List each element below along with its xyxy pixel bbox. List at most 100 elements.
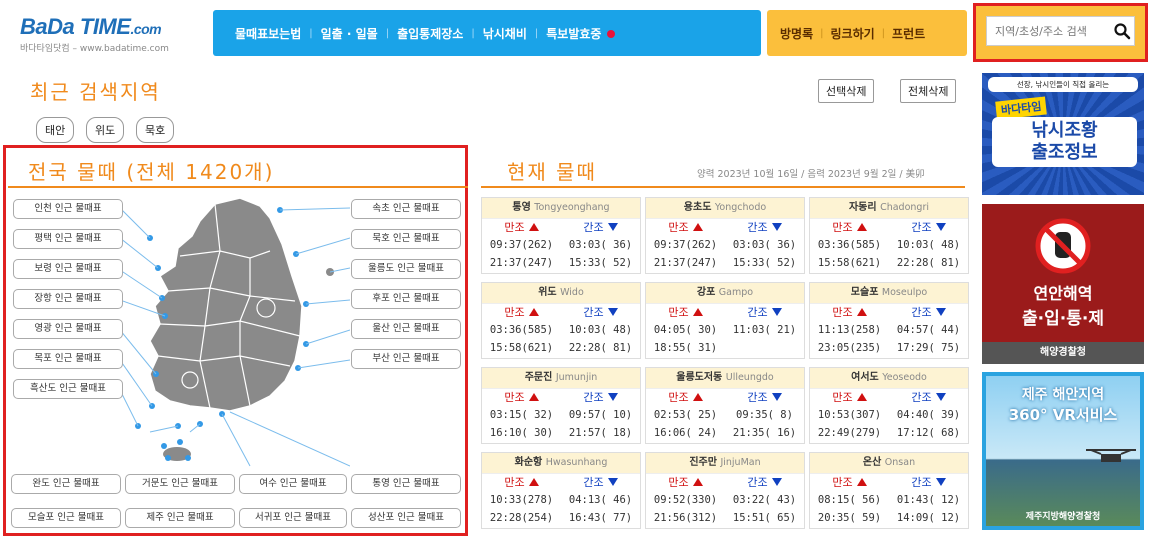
ad1-top-text: 선장, 낚시인들이 직접 올리는 bbox=[988, 77, 1138, 92]
region-button[interactable]: 서귀포 인근 물때표 bbox=[239, 508, 347, 528]
nav-item-front[interactable]: 프런트 bbox=[885, 25, 932, 42]
region-button[interactable]: 모슬포 인근 물때표 bbox=[11, 508, 121, 528]
low-tide-label: 간조 bbox=[583, 221, 604, 234]
region-button[interactable]: 거문도 인근 물때표 bbox=[125, 474, 235, 494]
region-button[interactable]: 영광 인근 물때표 bbox=[13, 319, 123, 339]
tide-card-name: 화순항 bbox=[514, 457, 543, 468]
tide-card-header: 통영 Tongyeonghang bbox=[482, 198, 640, 218]
site-logo[interactable]: BaDa TIME.com 바다타임닷컴 – www.badatime.com bbox=[20, 14, 200, 54]
tide-times-2: 22:49(279) 17:12( 68) bbox=[810, 424, 968, 442]
tide-card[interactable]: 모슬포 Moseulpo 만조 간조 11:13(258) 04:57( 44) 23:0… bbox=[809, 282, 969, 359]
high-tide-label: 만조 bbox=[832, 476, 853, 489]
tide-card[interactable]: 주문진 Jumunjin 만조 간조 03:15( 32) 09:57( 10) 16:1… bbox=[481, 367, 641, 444]
tide-card[interactable]: 통영 Tongyeonghang 만조 간조 09:37(262) 03:03( 36)… bbox=[481, 197, 641, 274]
low-tide-label: 간조 bbox=[583, 306, 604, 319]
region-button[interactable]: 완도 인근 물때표 bbox=[11, 474, 121, 494]
ad-coastal-control[interactable]: 연안해역 출·입·통·제 해양경찰청 bbox=[982, 204, 1144, 364]
ad2-line2: 출·입·통·제 bbox=[1022, 309, 1104, 329]
tide-card-header: 온산 Onsan bbox=[810, 453, 968, 473]
region-button[interactable]: 평택 인근 물때표 bbox=[13, 229, 123, 249]
region-button[interactable]: 울산 인근 물때표 bbox=[351, 319, 461, 339]
region-button[interactable]: 후포 인근 물때표 bbox=[351, 289, 461, 309]
up-arrow-icon bbox=[692, 393, 703, 401]
nav-item-warning[interactable]: 특보발효중 bbox=[538, 25, 623, 42]
low-tide-label: 간조 bbox=[747, 306, 768, 319]
tide-card-en: Tongyeonghang bbox=[534, 202, 610, 213]
tide-times-2: 16:06( 24) 21:35( 16) bbox=[646, 424, 804, 442]
low-tide-time: 10:03( 48) bbox=[896, 239, 961, 251]
region-button[interactable]: 묵호 인근 물때표 bbox=[351, 229, 461, 249]
select-delete-button[interactable]: 선택삭제 bbox=[818, 79, 875, 103]
high-tide-label: 만조 bbox=[504, 306, 525, 319]
nav-item-restricted[interactable]: 출입통제장소 bbox=[389, 25, 471, 42]
tide-card-name: 위도 bbox=[538, 287, 557, 298]
up-arrow-icon bbox=[856, 223, 867, 231]
tide-card-en: Wido bbox=[560, 287, 584, 298]
delete-all-button[interactable]: 전체삭제 bbox=[900, 79, 957, 103]
tide-card[interactable]: 온산 Onsan 만조 간조 08:15( 56) 01:43( 12) 20:35( 5… bbox=[809, 452, 969, 529]
tide-card-labels: 만조 간조 bbox=[646, 303, 804, 321]
high-tide-time: 04:05( 30) bbox=[653, 324, 718, 336]
search-input[interactable] bbox=[995, 24, 1105, 38]
region-button[interactable]: 부산 인근 물때표 bbox=[351, 349, 461, 369]
high-tide-time: 11:13(258) bbox=[817, 324, 882, 336]
region-button[interactable]: 인천 인근 물때표 bbox=[13, 199, 123, 219]
tide-card[interactable]: 울릉도저동 Ulleungdo 만조 간조 02:53( 25) 09:35( 8) 16… bbox=[645, 367, 805, 444]
high-tide-time: 09:52(330) bbox=[653, 494, 718, 506]
tide-card[interactable]: 여서도 Yeoseodo 만조 간조 10:53(307) 04:40( 39) 22:4… bbox=[809, 367, 969, 444]
high-tide-time: 21:37(247) bbox=[489, 257, 554, 269]
tide-card-en: Onsan bbox=[884, 457, 916, 468]
tide-card-en: Jumunjin bbox=[555, 372, 598, 383]
tide-card[interactable]: 위도 Wido 만조 간조 03:36(585) 10:03( 48) 15:58(621… bbox=[481, 282, 641, 359]
recent-chip[interactable]: 태안 bbox=[36, 117, 75, 143]
low-tide-time: 09:35( 8) bbox=[736, 409, 793, 421]
high-tide-label: 만조 bbox=[832, 306, 853, 319]
tide-card-labels: 만조 간조 bbox=[810, 218, 968, 236]
recent-chip[interactable]: 위도 bbox=[86, 117, 125, 143]
region-button[interactable]: 흑산도 인근 물때표 bbox=[13, 379, 123, 399]
tide-card[interactable]: 자동리 Chadongri 만조 간조 03:36(585) 10:03( 48) 15:… bbox=[809, 197, 969, 274]
low-tide-time: 16:43( 77) bbox=[568, 512, 633, 524]
search-icon[interactable] bbox=[1113, 22, 1131, 40]
nav-item-link[interactable]: 링크하기 bbox=[824, 25, 882, 42]
nav-item-tackle[interactable]: 낚시채비 bbox=[475, 25, 535, 42]
ad-fishing-report[interactable]: 선장, 낚시인들이 직접 올리는 바다타임 낚시조황 출조정보 bbox=[982, 73, 1144, 195]
region-button[interactable]: 제주 인근 물때표 bbox=[125, 508, 235, 528]
region-button[interactable]: 장항 인근 물때표 bbox=[13, 289, 123, 309]
region-button[interactable]: 성산포 인근 물때표 bbox=[351, 508, 461, 528]
low-tide-time: 21:35( 16) bbox=[732, 427, 797, 439]
region-button[interactable]: 울릉도 인근 물때표 bbox=[351, 259, 461, 279]
region-button[interactable]: 보령 인근 물때표 bbox=[13, 259, 123, 279]
low-tide-time: 22:28( 81) bbox=[568, 342, 633, 354]
tide-card[interactable]: 용초도 Yongchodo 만조 간조 09:37(262) 03:03( 36) 21:… bbox=[645, 197, 805, 274]
up-arrow-icon bbox=[692, 308, 703, 316]
tide-card-labels: 만조 간조 bbox=[482, 388, 640, 406]
ad3-line2: 360° VR서비스 bbox=[1008, 406, 1118, 424]
tide-card[interactable]: 진주만 JinjuMan 만조 간조 09:52(330) 03:22( 43) 21:5… bbox=[645, 452, 805, 529]
tide-times-2: 15:58(621) 22:28( 81) bbox=[810, 254, 968, 272]
nav-item-tide-guide[interactable]: 물때표보는법 bbox=[227, 25, 309, 42]
down-arrow-icon bbox=[935, 478, 946, 486]
logo-brand-a: BaDa bbox=[20, 14, 75, 39]
search-box bbox=[986, 16, 1135, 46]
low-tide-label: 간조 bbox=[583, 476, 604, 489]
low-tide-time: 15:33( 52) bbox=[568, 257, 633, 269]
nav-item-sunrise[interactable]: 일출 · 일몰 bbox=[313, 25, 386, 42]
tide-card[interactable]: 강포 Gampo 만조 간조 04:05( 30) 11:03( 21) 18:55( 3… bbox=[645, 282, 805, 359]
up-arrow-icon bbox=[692, 223, 703, 231]
high-tide-time: 21:37(247) bbox=[653, 257, 718, 269]
high-tide-label: 만조 bbox=[668, 306, 689, 319]
ad-jeju-vr[interactable]: 제주 해안지역 360° VR서비스 제주지방해양경찰청 bbox=[982, 372, 1144, 530]
low-tide-time: 01:43( 12) bbox=[896, 494, 961, 506]
region-button[interactable]: 통영 인근 물때표 bbox=[351, 474, 461, 494]
nav-item-guestbook[interactable]: 방명록 bbox=[773, 25, 820, 42]
region-button[interactable]: 속초 인근 물때표 bbox=[351, 199, 461, 219]
region-button[interactable]: 여수 인근 물때표 bbox=[239, 474, 347, 494]
tide-card[interactable]: 화순항 Hwasunhang 만조 간조 10:33(278) 04:13( 46) 22… bbox=[481, 452, 641, 529]
tide-card-header: 자동리 Chadongri bbox=[810, 198, 968, 218]
region-button[interactable]: 목포 인근 물때표 bbox=[13, 349, 123, 369]
korea-map bbox=[120, 197, 350, 467]
recent-chip[interactable]: 묵호 bbox=[136, 117, 175, 143]
tide-card-name: 여서도 bbox=[851, 372, 879, 383]
down-arrow-icon bbox=[935, 223, 946, 231]
